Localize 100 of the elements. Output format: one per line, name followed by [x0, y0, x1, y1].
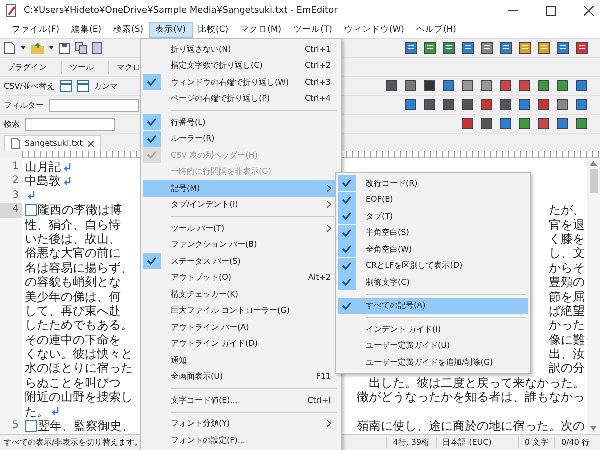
toolbar-square-icon[interactable]	[557, 42, 569, 54]
menu-item[interactable]: 半角空白(S)	[338, 224, 528, 241]
menu-item[interactable]: ツール バー(T)	[143, 220, 339, 236]
menu-item[interactable]: ルーラー(R)	[143, 130, 339, 147]
toolbar-square-icon[interactable]	[481, 118, 493, 130]
menu-item[interactable]: タブ/インデント(I)	[143, 196, 339, 213]
toolbar-square-icon[interactable]	[500, 42, 512, 54]
toolbar-square-icon[interactable]	[519, 42, 531, 54]
menu-bar-item[interactable]: 検索(S)	[108, 23, 150, 37]
toolbar-square-icon[interactable]	[462, 80, 474, 92]
toolbar-square-icon[interactable]	[481, 99, 493, 111]
toolbar-square-icon[interactable]	[462, 118, 474, 130]
menu-item[interactable]: 全角空白(W)	[338, 241, 528, 258]
document-icon[interactable]	[92, 42, 102, 54]
toolbar-square-icon[interactable]	[462, 42, 474, 54]
toolbar-square-icon[interactable]	[500, 99, 512, 111]
toolbar-square-icon[interactable]	[576, 42, 588, 54]
toolbar-square-icon[interactable]	[557, 118, 569, 130]
toolbar-square-icon[interactable]	[576, 99, 588, 111]
toolbar-square-icon[interactable]	[519, 80, 531, 92]
toolbar-square-icon[interactable]	[386, 80, 398, 92]
menu-item[interactable]: アウトプット(O) Alt+2	[143, 270, 339, 286]
menu-bar-item[interactable]: 編集(E)	[66, 23, 108, 37]
new-document-icon[interactable]	[4, 42, 16, 54]
toolbar-square-icon[interactable]	[500, 118, 512, 130]
menu-item[interactable]: 制御文字(C)	[338, 274, 528, 290]
toolbar-square-icon[interactable]	[519, 99, 531, 111]
maximize-icon[interactable]	[546, 6, 556, 16]
document-tab[interactable]: Sangetsuki.txt	[4, 135, 101, 151]
menu-item[interactable]: ページの右端で折り返し(P) Ctrl+4	[143, 90, 339, 107]
toolbar-square-icon[interactable]	[576, 118, 588, 130]
save-icon[interactable]	[59, 42, 70, 54]
menu-item[interactable]: 通知	[143, 352, 339, 368]
menu-item[interactable]: 全画面表示(U) F11	[143, 368, 339, 385]
toolbar-square-icon[interactable]	[538, 99, 550, 111]
menu-item[interactable]: 文字コード値(E)... Ctrl+I	[143, 392, 339, 408]
menu-item[interactable]: 構文チェッカー(K)	[143, 286, 339, 302]
menu-item[interactable]: 巨大ファイル コントローラー(G)	[143, 302, 339, 319]
toolbar-square-icon[interactable]	[481, 42, 493, 54]
copy-icon[interactable]	[75, 42, 87, 54]
toolbar-square-icon[interactable]	[538, 80, 550, 92]
toolbar-square-icon[interactable]	[500, 80, 512, 92]
toolbar-square-icon[interactable]	[424, 80, 436, 92]
menu-item[interactable]: CRとLFを区別して表示(D)	[338, 258, 528, 274]
folder-icon[interactable]	[31, 42, 44, 54]
menu-item[interactable]: アウトライン ガイド(D)	[143, 336, 339, 352]
menu-bar-item[interactable]: 比較(C)	[192, 23, 235, 37]
menu-item[interactable]: EOF(E)	[338, 192, 528, 208]
menu-item[interactable]: すべての記号(A)	[338, 298, 528, 314]
menu-bar-item[interactable]: ツール(T)	[288, 23, 338, 37]
menu-item[interactable]: ウィンドウの右端で折り返し(W) Ctrl+3	[143, 74, 339, 90]
scrollbar-thumb[interactable]	[590, 169, 598, 193]
toolbar-square-icon[interactable]	[405, 99, 417, 111]
menu-item[interactable]: インデント ガイド(I)	[338, 321, 528, 338]
toolbar-square-icon[interactable]	[481, 80, 493, 92]
vertical-scrollbar[interactable]	[587, 158, 600, 434]
toolbar-square-icon[interactable]	[462, 99, 474, 111]
scroll-up-icon[interactable]	[590, 161, 597, 166]
toolbar-square-icon[interactable]	[538, 42, 550, 54]
toolbar-square-icon[interactable]	[405, 42, 417, 54]
menu-item[interactable]: フォント分類(Y)	[143, 416, 339, 432]
toolbar-square-icon[interactable]	[557, 99, 569, 111]
toolbar-square-icon[interactable]	[576, 80, 588, 92]
menu-item[interactable]: ユーザー定義ガイドを追加/削除(G)	[338, 354, 528, 370]
toolbar-square-icon[interactable]	[424, 42, 436, 54]
toolbar-square-icon[interactable]	[443, 99, 455, 111]
toolbar-band-label[interactable]: ツール	[67, 60, 109, 74]
toolbar-square-icon[interactable]	[538, 118, 550, 130]
toolbar-square-icon[interactable]	[424, 99, 436, 111]
table-icon[interactable]	[60, 80, 72, 92]
menu-item[interactable]: ユーザー定義ガイド(U)	[338, 338, 528, 354]
toolbar-band-label[interactable]: プラグイン	[4, 60, 62, 74]
comma-option[interactable]: カンマ	[94, 80, 118, 92]
menu-item[interactable]: 行番号(L)	[143, 114, 339, 130]
menu-item[interactable]: ファンクション バー(B)	[143, 236, 339, 253]
menu-bar-item[interactable]: マクロ(M)	[234, 23, 288, 37]
close-icon[interactable]	[88, 140, 94, 146]
menu-item[interactable]: ステータス バー(S)	[143, 253, 339, 270]
menu-item[interactable]: フォントの設定(F)...	[143, 432, 339, 448]
menu-item[interactable]: アウトライン バー(A)	[143, 319, 339, 336]
table-icon[interactable]	[76, 80, 89, 92]
menu-item[interactable]: タブ(T)	[338, 208, 528, 224]
search-input[interactable]	[25, 118, 115, 130]
toolbar-square-icon[interactable]	[557, 80, 569, 92]
close-icon[interactable]	[584, 6, 594, 16]
menu-bar-item[interactable]: ヘルプ(H)	[410, 23, 462, 37]
scroll-down-icon[interactable]	[590, 426, 597, 431]
toolbar-square-icon[interactable]	[405, 80, 417, 92]
toolbar-square-icon[interactable]	[443, 42, 455, 54]
dropdown-caret-icon[interactable]	[49, 46, 54, 50]
text-line: 水のほとりに宿った	[25, 361, 133, 376]
menu-bar-item[interactable]: ウィンドウ(W)	[338, 23, 410, 37]
menu-item[interactable]: 折り返さない(N) Ctrl+1	[143, 41, 339, 58]
filter-input[interactable]	[49, 98, 139, 112]
menu-bar-item[interactable]: 表示(V)	[150, 23, 192, 37]
toolbar-square-icon[interactable]	[443, 80, 455, 92]
menu-item[interactable]: 改行コード(R)	[338, 175, 528, 192]
menu-bar-item[interactable]: ファイル(F)	[6, 23, 66, 37]
dropdown-caret-icon[interactable]	[21, 46, 26, 50]
toolbar-square-icon[interactable]	[519, 118, 531, 130]
